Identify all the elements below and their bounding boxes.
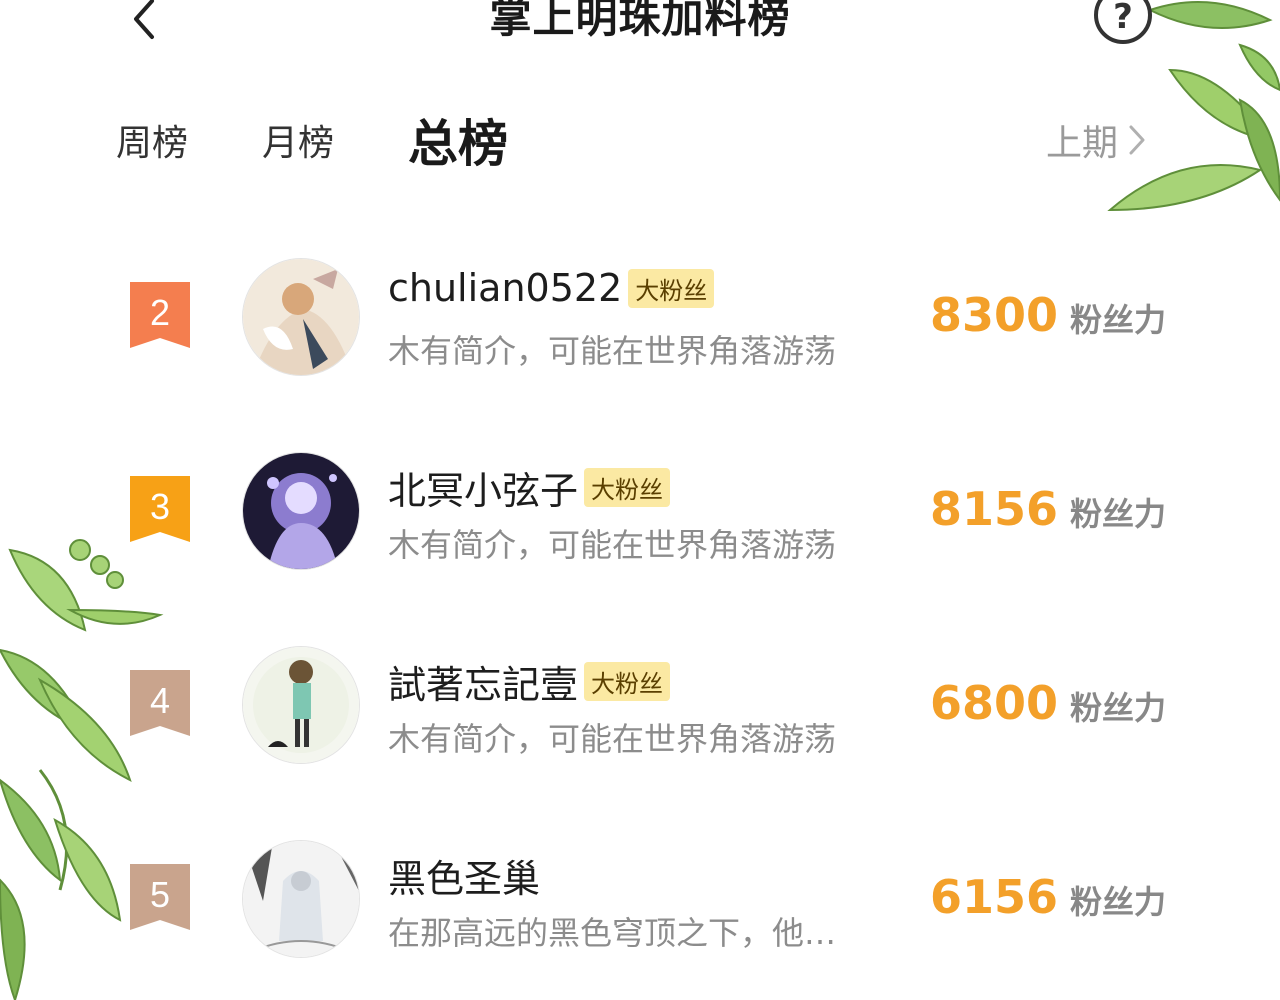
- score-value: 8156: [930, 482, 1059, 536]
- rank-number: 3: [149, 486, 171, 527]
- score-value: 6156: [930, 870, 1059, 924]
- previous-period-link[interactable]: 上期: [1046, 114, 1146, 166]
- fan-level-badge: 大粉丝: [584, 468, 671, 507]
- user-name-line: 黑色圣巢: [388, 848, 540, 903]
- user-bio: 木有简介，可能在世界角落游荡: [388, 332, 837, 370]
- user-name-line: chulian0522 大粉丝: [388, 266, 715, 310]
- user-name-line: 北冥小弦子 大粉丝: [388, 460, 671, 515]
- chevron-right-icon: [1129, 125, 1145, 155]
- rank-number: 2: [149, 292, 171, 333]
- tab-weekly[interactable]: 周榜: [116, 114, 188, 166]
- avatar[interactable]: [242, 646, 360, 764]
- score-unit: 粉丝力: [1070, 883, 1167, 921]
- fan-level-badge: 大粉丝: [584, 662, 671, 701]
- user-bio: 木有简介，可能在世界角落游荡: [388, 526, 837, 564]
- fan-power-score: 8156 粉丝力: [930, 482, 1166, 536]
- ranking-row[interactable]: 4 試著忘記壹 大粉丝 木有简介，可能在世界角落游荡 6800 粉丝力: [0, 628, 1280, 778]
- period-tabs: 周榜 月榜 总榜 上期: [0, 100, 1280, 180]
- user-name[interactable]: chulian0522: [388, 266, 622, 310]
- ranking-row[interactable]: 2 chulian0522 大粉丝 木有简介，可能在世界角落游荡 8300 粉丝…: [0, 240, 1280, 390]
- avatar[interactable]: [242, 258, 360, 376]
- page-title: 掌上明珠加料榜: [489, 0, 791, 42]
- fan-level-badge: 大粉丝: [628, 268, 715, 308]
- tab-total[interactable]: 总榜: [408, 104, 508, 176]
- ranking-row[interactable]: 3 北冥小弦子 大粉丝 木有简介，可能在世界角落游荡 8156 粉丝力: [0, 434, 1280, 584]
- rank-badge: 2: [130, 282, 190, 348]
- user-bio: 木有简介，可能在世界角落游荡: [388, 720, 837, 758]
- fan-power-score: 6800 粉丝力: [930, 676, 1166, 730]
- score-value: 8300: [930, 288, 1059, 342]
- avatar[interactable]: [242, 452, 360, 570]
- rank-badge: 4: [130, 670, 190, 736]
- avatar[interactable]: [242, 840, 360, 958]
- score-unit: 粉丝力: [1070, 301, 1167, 339]
- previous-period-label: 上期: [1046, 123, 1119, 164]
- svg-text:?: ?: [1113, 0, 1133, 37]
- user-bio: 在那高远的黑色穹顶之下，他…: [388, 914, 837, 952]
- rank-badge: 5: [130, 864, 190, 930]
- score-value: 6800: [930, 676, 1059, 730]
- rank-number: 4: [149, 680, 171, 721]
- top-bar: 掌上明珠加料榜 ?: [0, 0, 1280, 60]
- score-unit: 粉丝力: [1070, 495, 1167, 533]
- fan-power-score: 8300 粉丝力: [930, 288, 1166, 342]
- fan-power-score: 6156 粉丝力: [930, 870, 1166, 924]
- tab-monthly[interactable]: 月榜: [262, 114, 334, 166]
- score-unit: 粉丝力: [1070, 689, 1167, 727]
- user-name[interactable]: 北冥小弦子: [388, 460, 578, 515]
- user-name[interactable]: 試著忘記壹: [388, 654, 578, 709]
- user-name[interactable]: 黑色圣巢: [388, 848, 540, 903]
- help-button[interactable]: ?: [1092, 0, 1154, 44]
- user-name-line: 試著忘記壹 大粉丝: [388, 654, 671, 709]
- ranking-row[interactable]: 5 黑色圣巢 在那高远的黑色穹顶之下，他… 6156 粉丝力: [0, 822, 1280, 972]
- rank-number: 5: [149, 874, 171, 915]
- question-circle-icon: ?: [1094, 0, 1152, 44]
- rank-badge: 3: [130, 476, 190, 542]
